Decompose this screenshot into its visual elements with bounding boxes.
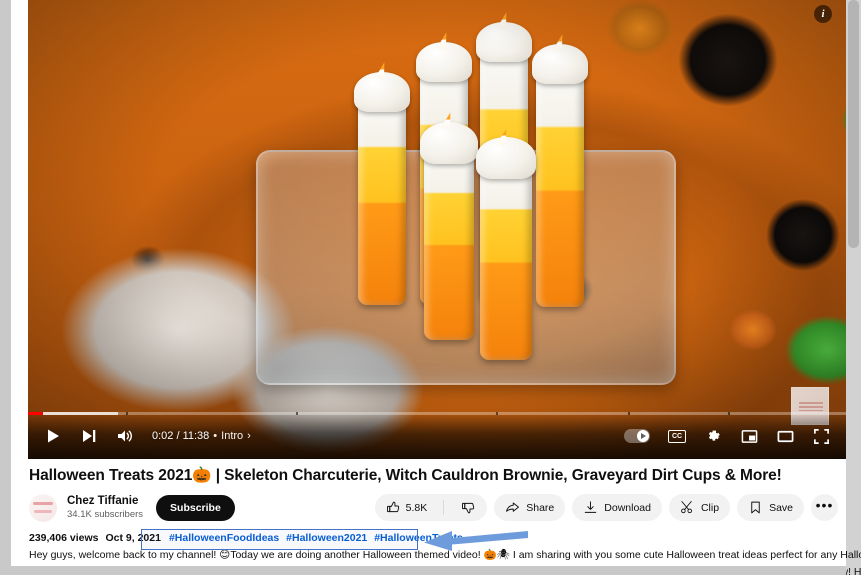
- miniplayer-button[interactable]: [732, 419, 766, 453]
- chapter-separator: •: [213, 430, 218, 442]
- dislike-button[interactable]: [450, 494, 487, 521]
- action-buttons-row: 5.8K Share Download Clip Save •••: [374, 494, 838, 521]
- hashtag-item[interactable]: #Halloween2021: [286, 532, 370, 544]
- autoplay-knob: [637, 430, 649, 442]
- player-controls-bar[interactable]: 0:02 / 11:38 • Intro › CC: [28, 411, 846, 459]
- clip-label: Clip: [700, 501, 720, 514]
- chapter-marker: [296, 412, 298, 415]
- player-left-controls: 0:02 / 11:38 • Intro ›: [36, 419, 251, 453]
- share-button[interactable]: Share: [494, 494, 566, 521]
- avatar[interactable]: [29, 494, 57, 522]
- bookmark-icon: [751, 501, 760, 514]
- pumpkin-emoji: 🎃: [192, 466, 212, 484]
- share-label: Share: [526, 501, 555, 514]
- volume-button[interactable]: [108, 419, 142, 453]
- browser-left-edge: [0, 0, 11, 575]
- download-label: Download: [604, 501, 651, 514]
- next-video-button[interactable]: [72, 419, 106, 453]
- video-frame-image: [28, 0, 846, 459]
- video-title-rest: | Skeleton Charcuterie, Witch Cauldron B…: [211, 467, 782, 484]
- player-right-controls: CC: [624, 419, 838, 453]
- cc-icon: CC: [668, 429, 686, 443]
- settings-button[interactable]: [696, 419, 730, 453]
- like-dislike-group: 5.8K: [374, 494, 488, 521]
- view-count: 239,406 views: [29, 532, 99, 544]
- captions-button[interactable]: CC: [660, 419, 694, 453]
- video-title: Halloween Treats 2021🎃 | Skeleton Charcu…: [29, 466, 829, 485]
- thumbs-up-icon: [386, 501, 399, 513]
- chapter-marker: [496, 412, 498, 415]
- chapter-marker: [728, 412, 730, 415]
- smile-emoji: 😊: [219, 549, 231, 561]
- play-button[interactable]: [36, 419, 70, 453]
- channel-row: Chez Tiffanie 34.1K subscribers Subscrib…: [29, 491, 235, 525]
- chapter-name[interactable]: Intro: [221, 430, 243, 442]
- chapter-marker: [126, 412, 128, 415]
- chapter-marker: [628, 412, 630, 415]
- page-bottom-edge: [11, 566, 846, 575]
- desc-text-a: Hey guys, welcome back to my channel!: [29, 549, 220, 561]
- annotation-arrow: [424, 531, 528, 551]
- like-count: 5.8K: [405, 501, 428, 514]
- hashtag-item[interactable]: #HalloweenFoodIdeas: [169, 532, 282, 544]
- youtube-watch-page: i 0:02 / 11:38 • Intro › CC Halloween Tr…: [0, 0, 861, 575]
- subscriber-count: 34.1K subscribers: [67, 508, 144, 520]
- time-display: 0:02 / 11:38: [152, 430, 210, 442]
- save-label: Save: [769, 501, 793, 514]
- scissors-icon: [681, 501, 692, 514]
- channel-meta: Chez Tiffanie 34.1K subscribers: [67, 495, 143, 520]
- info-icon[interactable]: i: [814, 5, 832, 23]
- channel-name[interactable]: Chez Tiffanie: [67, 495, 143, 508]
- clip-button[interactable]: Clip: [668, 494, 731, 521]
- subscribe-button[interactable]: Subscribe: [156, 495, 235, 521]
- share-icon: [506, 502, 520, 512]
- like-button[interactable]: 5.8K: [375, 494, 438, 521]
- desc-text-c: I am sharing with you some cute Hallowee…: [512, 549, 861, 561]
- progress-played: [28, 412, 43, 415]
- download-button[interactable]: Download: [572, 494, 662, 521]
- progress-track: [28, 412, 846, 415]
- scrollbar-thumb[interactable]: [848, 0, 859, 248]
- download-icon: [585, 501, 597, 513]
- theater-mode-button[interactable]: [768, 419, 802, 453]
- progress-bar[interactable]: [28, 411, 846, 415]
- video-player[interactable]: i 0:02 / 11:38 • Intro › CC: [28, 0, 846, 459]
- publish-date: Oct 9, 2021: [105, 532, 161, 544]
- like-divider: [443, 500, 445, 515]
- fullscreen-button[interactable]: [804, 419, 838, 453]
- thumbs-down-icon: [462, 502, 475, 514]
- video-title-main: Halloween Treats 2021: [29, 467, 193, 484]
- save-button[interactable]: Save: [737, 494, 804, 521]
- autoplay-toggle[interactable]: [624, 429, 650, 443]
- more-actions-button[interactable]: •••: [811, 494, 838, 521]
- video-vignette: [28, 0, 846, 459]
- chapter-chevron-icon[interactable]: ›: [247, 430, 251, 442]
